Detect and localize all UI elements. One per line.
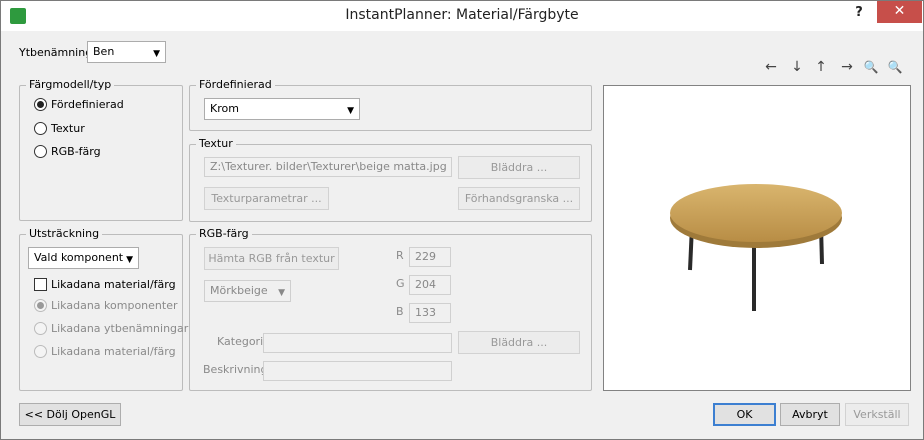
- rgb-group: RGB-färg Hämta RGB från textur Mörkbeige…: [189, 227, 592, 391]
- chevron-down-icon: ▼: [278, 288, 285, 298]
- rgb-title: RGB-färg: [196, 227, 252, 240]
- chevron-down-icon: ▼: [347, 106, 354, 116]
- g-label: G: [396, 277, 405, 290]
- fetch-rgb-button[interactable]: Hämta RGB från textur: [204, 247, 339, 270]
- window-title: InstantPlanner: Material/Färgbyte: [345, 7, 579, 23]
- color-model-group: Färgmodell/typ Fördefinierad Textur RGB-…: [19, 78, 183, 221]
- help-button[interactable]: ?: [849, 5, 869, 23]
- radio-rgb-label: RGB-färg: [51, 145, 101, 158]
- tabletop: [670, 184, 842, 242]
- predefined-select-value: Krom: [210, 102, 239, 115]
- extent-scope-select[interactable]: Vald komponent ▼: [28, 247, 139, 269]
- category-field[interactable]: [263, 333, 452, 353]
- extent-group: Utsträckning Vald komponent ▼ Likadana m…: [19, 227, 188, 391]
- dialog-window: InstantPlanner: Material/Färgbyte ? ✕ Yt…: [0, 0, 924, 440]
- b-label: B: [396, 305, 404, 318]
- color-name-select[interactable]: Mörkbeige ▼: [204, 280, 291, 302]
- radio-same-surfaces[interactable]: [34, 322, 47, 335]
- surface-select[interactable]: Ben ▼: [87, 41, 166, 63]
- zoom-in-icon[interactable]: 🔍: [861, 58, 881, 76]
- texture-title: Textur: [196, 137, 236, 150]
- radio-texture-label: Textur: [51, 122, 85, 135]
- close-button[interactable]: ✕: [877, 1, 922, 23]
- radio-predefined[interactable]: [34, 98, 47, 111]
- category-label: Kategori: [217, 335, 264, 348]
- hide-opengl-button[interactable]: << Dölj OpenGL: [19, 403, 121, 426]
- arrow-left-icon[interactable]: ←: [761, 58, 781, 76]
- arrow-up-icon[interactable]: ↑: [811, 58, 831, 76]
- extent-title: Utsträckning: [26, 227, 103, 240]
- arrow-down-icon[interactable]: ↓: [787, 58, 807, 76]
- texture-params-button[interactable]: Texturparametrar ...: [204, 187, 329, 210]
- color-name-value: Mörkbeige: [210, 284, 268, 297]
- cancel-button[interactable]: Avbryt: [780, 403, 840, 426]
- predefined-group: Fördefinierad Krom ▼: [189, 78, 592, 131]
- radio-rgb[interactable]: [34, 145, 47, 158]
- texture-browse-button[interactable]: Bläddra ...: [458, 156, 580, 179]
- radio-same-components-label: Likadana komponenter: [51, 299, 178, 312]
- arrow-right-icon[interactable]: →: [837, 58, 857, 76]
- ok-button[interactable]: OK: [713, 403, 776, 426]
- title-bar: InstantPlanner: Material/Färgbyte ? ✕: [1, 1, 923, 31]
- radio-same-surfaces-label: Likadana ytbenämningar: [51, 322, 189, 335]
- predefined-title: Fördefinierad: [196, 78, 275, 91]
- texture-path-field[interactable]: Z:\Texturer. bilder\Texturer\beige matta…: [204, 157, 452, 177]
- texture-group: Textur Z:\Texturer. bilder\Texturer\beig…: [189, 137, 592, 222]
- zoom-out-icon[interactable]: 🔍: [885, 58, 905, 76]
- same-material-checkbox[interactable]: [34, 278, 47, 291]
- surface-select-value: Ben: [93, 45, 115, 58]
- predefined-select[interactable]: Krom ▼: [204, 98, 360, 120]
- texture-preview-button[interactable]: Förhandsgranska ...: [458, 187, 580, 210]
- description-field[interactable]: [263, 361, 452, 381]
- opengl-preview[interactable]: [603, 85, 911, 391]
- category-browse-button[interactable]: Bläddra ...: [458, 331, 580, 354]
- r-field[interactable]: 229: [409, 247, 451, 267]
- radio-texture[interactable]: [34, 122, 47, 135]
- radio-predefined-label: Fördefinierad: [51, 98, 124, 111]
- surface-label: Ytbenämning: [19, 46, 93, 59]
- table-3d-model: [670, 184, 842, 311]
- radio-same-material-label: Likadana material/färg: [51, 345, 176, 358]
- description-label: Beskrivning: [203, 363, 268, 376]
- chevron-down-icon: ▼: [126, 255, 133, 265]
- color-model-title: Färgmodell/typ: [26, 78, 115, 91]
- extent-scope-value: Vald komponent: [34, 251, 124, 264]
- chevron-down-icon: ▼: [153, 49, 160, 59]
- same-material-checkbox-label: Likadana material/färg: [51, 278, 176, 291]
- radio-same-material[interactable]: [34, 345, 47, 358]
- r-label: R: [396, 249, 404, 262]
- b-field[interactable]: 133: [409, 303, 451, 323]
- radio-same-components[interactable]: [34, 299, 47, 312]
- g-field[interactable]: 204: [409, 275, 451, 295]
- apply-button[interactable]: Verkställ: [845, 403, 909, 426]
